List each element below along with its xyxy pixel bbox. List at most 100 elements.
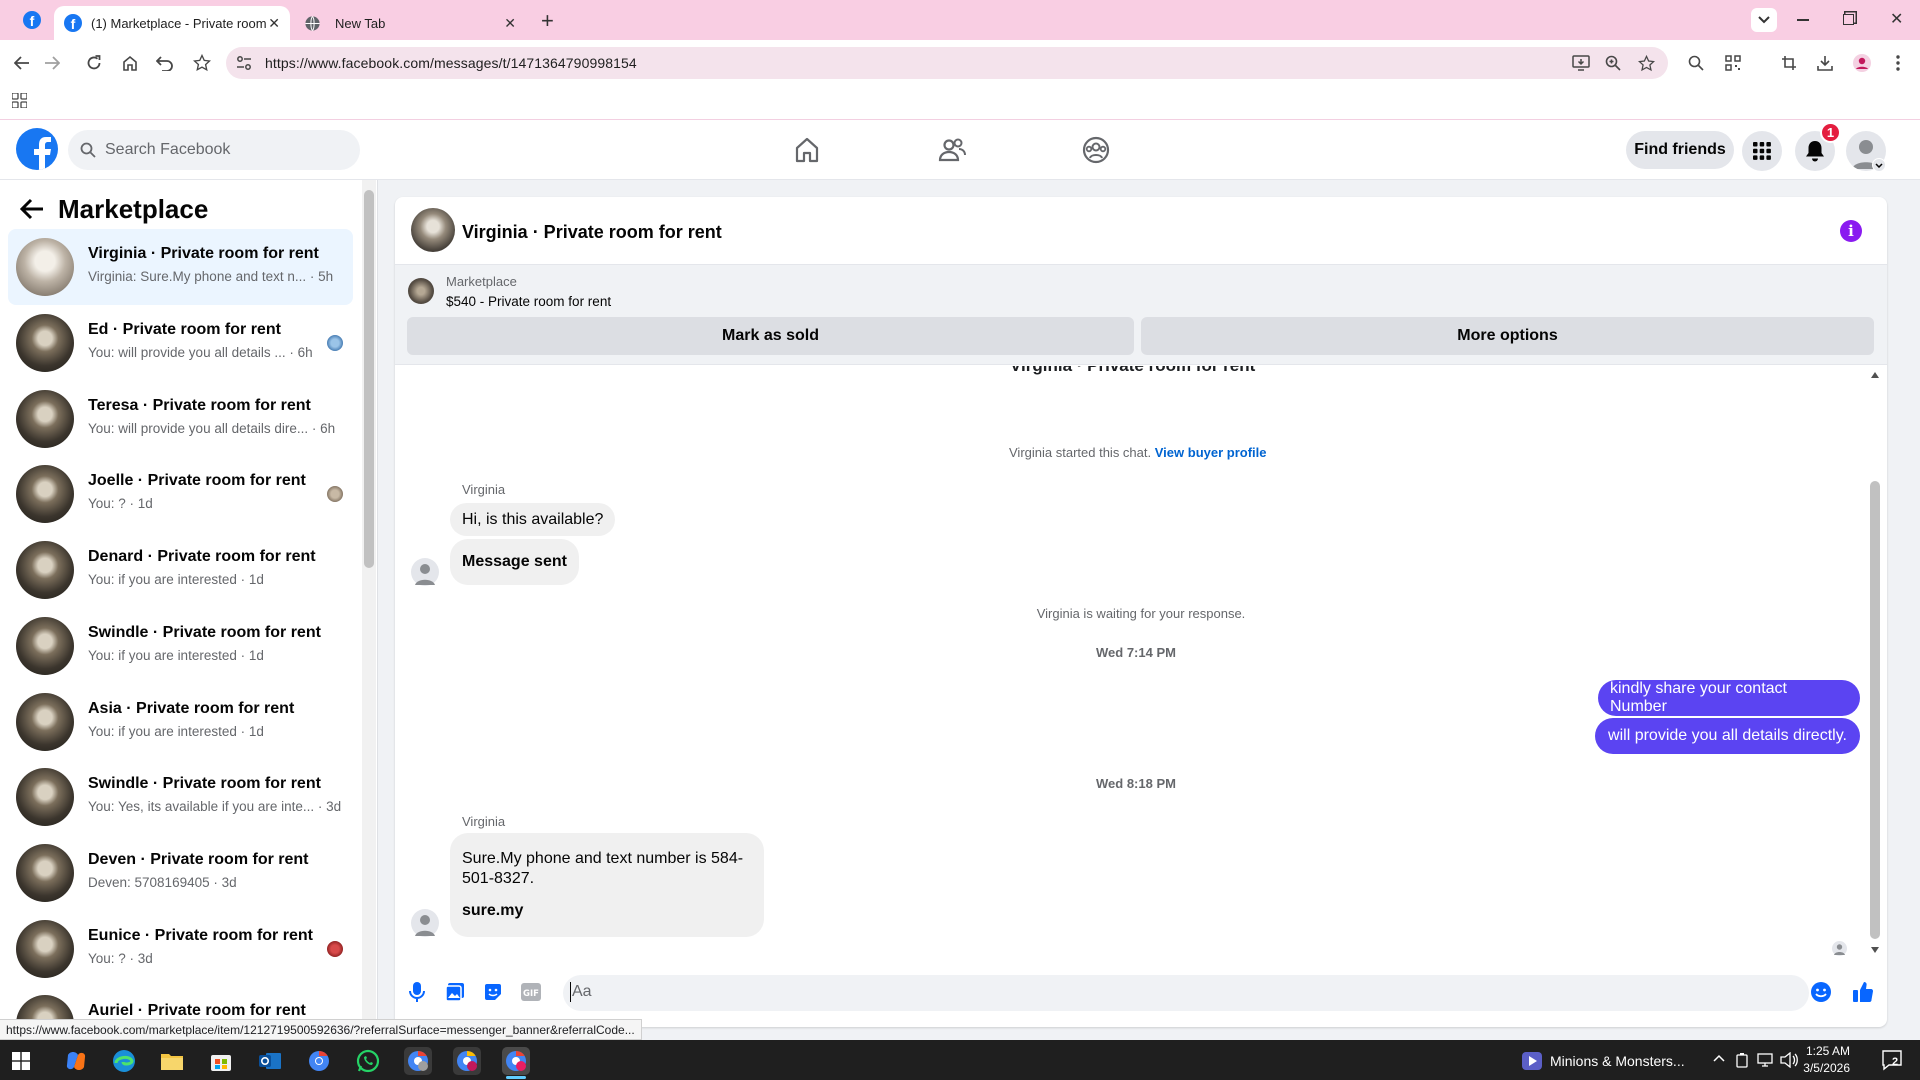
whatsapp-icon[interactable] [354,1047,382,1075]
chrome-profile-2-icon[interactable] [453,1047,481,1075]
gif-icon[interactable]: GIF [519,980,543,1004]
reload-icon[interactable] [82,51,106,75]
conversation-item[interactable]: Joelle · Private room for rent You: ? · … [8,456,353,532]
media-widget[interactable]: Minions & Monsters... [1522,1052,1685,1070]
conversation-item[interactable]: Teresa · Private room for rent You: will… [8,381,353,457]
message-input[interactable] [563,975,1809,1011]
tab-marketplace[interactable]: f (1) Marketplace - Private room f ✕ [54,6,290,40]
incoming-message[interactable]: Hi, is this available? [450,503,616,536]
facebook-logo-icon[interactable] [16,128,58,170]
conversation-item[interactable]: Swindle · Private room for rent You: Yes… [8,759,353,835]
home-nav-icon[interactable] [793,136,821,164]
qr-code-icon[interactable] [1721,51,1745,75]
conversation-item[interactable]: Ed · Private room for rent You: will pro… [8,305,353,381]
outlook-icon[interactable] [256,1047,284,1075]
chrome-icon[interactable] [305,1047,333,1075]
new-tab-plus-icon[interactable]: + [541,8,554,34]
battery-icon[interactable] [1736,1052,1750,1068]
mark-as-sold-button[interactable]: Mark as sold [407,317,1134,355]
forward-icon[interactable] [40,51,64,75]
attach-photo-icon[interactable] [443,980,467,1004]
emoji-icon[interactable] [1809,980,1833,1004]
downloads-icon[interactable] [1813,51,1837,75]
microphone-icon[interactable] [405,980,429,1004]
search-tool-icon[interactable] [1684,51,1708,75]
taskbar-clock[interactable]: 1:25 AM 3/5/2026 [1770,1043,1850,1077]
conversation-item[interactable]: Asia · Private room for rent You: if you… [8,684,353,760]
banner-label: Marketplace [446,274,517,289]
crop-screenshot-icon[interactable] [1777,51,1801,75]
message-input-placeholder: Aa [572,983,592,1000]
friends-nav-icon[interactable] [938,136,966,164]
apps-grid-icon[interactable] [12,93,27,108]
scroll-up-arrow-icon[interactable] [1871,372,1879,378]
browser-menu-icon[interactable] [1886,51,1910,75]
view-buyer-profile-link[interactable]: View buyer profile [1155,445,1267,460]
incoming-message[interactable]: Message sent [450,539,579,585]
bookmark-page-star-icon[interactable] [1634,51,1658,75]
sticker-icon[interactable] [481,980,505,1004]
site-settings-icon[interactable] [232,51,256,75]
info-icon[interactable]: i [1840,220,1862,242]
chat-scrollbar-thumb[interactable] [1870,481,1880,939]
timestamp: Wed 7:14 PM [1096,645,1176,660]
tab-new-tab[interactable]: New Tab ✕ [296,6,526,40]
tab-search-chevron-icon[interactable] [1751,8,1777,32]
sender-avatar[interactable] [411,909,439,937]
find-friends-button[interactable]: Find friends [1626,131,1734,169]
conversation-preview: Virginia: Sure.My phone and text n... · … [88,269,334,284]
conversation-item[interactable]: Deven · Private room for rent Deven: 570… [8,835,353,911]
url-text[interactable]: https://www.facebook.com/messages/t/1471… [265,55,637,71]
listing-thumbnail [16,238,74,296]
close-window-icon[interactable]: ✕ [1890,9,1903,29]
windows-start-icon[interactable] [10,1050,32,1072]
sidebar-scrollbar-thumb[interactable] [364,190,374,568]
microsoft-store-icon[interactable] [207,1047,235,1075]
copilot-icon[interactable] [62,1047,90,1075]
show-hidden-icons-chevron[interactable] [1713,1054,1725,1062]
close-tab-icon[interactable]: ✕ [268,15,280,31]
chat-title[interactable]: Virginia · Private room for rent [462,222,722,243]
home-icon[interactable] [118,51,142,75]
conversation-item[interactable]: Swindle · Private room for rent You: if … [8,608,353,684]
like-thumbs-up-icon[interactable] [1851,980,1875,1004]
groups-nav-icon[interactable] [1082,136,1110,164]
banner-listing-thumbnail[interactable] [408,278,434,304]
outgoing-message[interactable]: will provide you all details directly. [1595,718,1860,754]
restore-window-icon[interactable] [1843,14,1854,25]
conversation-item[interactable]: Virginia · Private room for rent Virgini… [8,229,353,305]
notification-center-icon[interactable]: 2 [1880,1048,1904,1072]
close-tab-icon[interactable]: ✕ [504,15,516,31]
account-chevron-icon[interactable] [1872,158,1886,172]
bookmark-star-icon[interactable] [190,51,214,75]
menu-grid-button[interactable] [1742,131,1782,171]
user-silhouette-icon [415,915,435,936]
outgoing-message[interactable]: kindly share your contact Number [1598,680,1860,716]
profile-avatar-icon[interactable] [1850,51,1874,75]
back-icon[interactable] [10,51,34,75]
banner-listing-title[interactable]: $540 - Private room for rent [446,294,611,309]
minimize-window-icon[interactable] [1797,19,1809,21]
edge-browser-icon[interactable] [110,1047,138,1075]
conversation-item[interactable]: Denard · Private room for rent You: if y… [8,532,353,608]
message-link-preview[interactable]: sure.my [462,901,523,921]
file-explorer-icon[interactable] [158,1047,186,1075]
listing-thumbnail [16,768,74,826]
install-app-icon[interactable] [1569,51,1593,75]
scroll-down-arrow-icon[interactable] [1871,947,1879,953]
facebook-favicon[interactable]: f [23,11,41,29]
chat-listing-avatar[interactable] [411,208,455,252]
more-options-button[interactable]: More options [1141,317,1874,355]
conversation-name: Auriel · Private room for rent [88,1002,306,1019]
back-arrow-icon[interactable] [20,198,44,220]
listing-thumbnail [16,541,74,599]
chrome-profile-1-icon[interactable] [404,1047,432,1075]
undo-icon[interactable] [153,51,177,75]
chrome-profile-3-icon[interactable] [502,1047,530,1075]
sender-avatar[interactable] [411,558,439,586]
conversation-item[interactable]: Eunice · Private room for rent You: ? · … [8,911,353,987]
incoming-message[interactable]: Sure.My phone and text number is 584-501… [450,833,764,937]
zoom-icon[interactable] [1601,51,1625,75]
tab-title: New Tab [335,15,386,31]
conversation-preview: You: ? · 1d [88,496,153,511]
